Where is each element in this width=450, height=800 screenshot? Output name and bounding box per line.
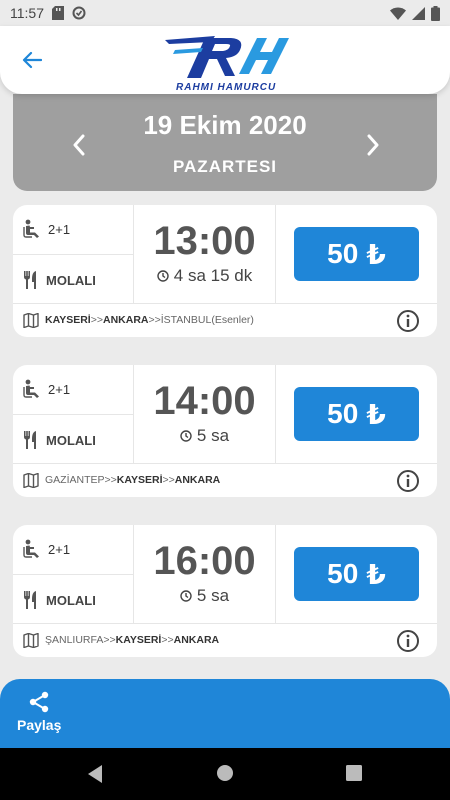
info-icon[interactable] [396,629,420,653]
seat-icon [23,539,39,558]
seat-icon [23,219,39,238]
trip-card[interactable]: 2+1 MOLALI 14:00 5 sa 50 ₺ GAZİANTEP>>KA… [13,365,437,497]
nav-back-icon[interactable] [86,764,104,784]
price-cell: 50 ₺ [276,365,437,463]
duration-text: 4 sa 15 dk [173,266,253,285]
share-button[interactable]: Paylaş [17,717,61,733]
route-cell: ŞANLIURFA>>KAYSERİ>>ANKARA [13,623,437,657]
next-day-button[interactable] [361,132,385,158]
route-text: ŞANLIURFA>>KAYSERİ>>ANKARA [45,634,219,646]
restaurant-icon [24,271,36,289]
seat-layout-label: 2+1 [48,382,71,397]
route-segment: >> [162,474,175,486]
departure-time: 14:00 [153,379,256,423]
restaurant-icon [24,591,36,609]
duration: 5 sa [134,586,275,606]
duration: 5 sa [134,426,275,446]
route-segment: ŞANLIURFA [45,634,104,646]
duration-text: 5 sa [196,426,230,445]
trip-card[interactable]: 2+1 MOLALI 13:00 4 sa 15 dk 50 ₺ KAYSERİ… [13,205,437,337]
route-text: GAZİANTEP>>KAYSERİ>>ANKARA [45,474,220,486]
time-cell: 13:00 4 sa 15 dk [134,205,276,303]
service-cell: MOLALI [13,255,134,303]
seat-layout-cell: 2+1 [13,205,134,255]
route-segment: KAYSERİ [45,314,91,326]
service-cell: MOLALI [13,415,134,463]
seat-layout-label: 2+1 [48,542,71,557]
system-nav-bar [0,748,450,800]
date-day: PAZARTESI [172,157,278,176]
nav-recent-icon[interactable] [346,765,362,781]
battery-icon [431,5,440,21]
date-panel: 19 Ekim 2020 PAZARTESI [13,94,437,191]
seat-icon [23,379,39,398]
service-label: MOLALI [46,273,96,288]
duration: 4 sa 15 dk [134,266,275,286]
map-icon [23,633,39,648]
price-cell: 50 ₺ [276,525,437,623]
route-segment: >> [90,314,103,326]
price-button[interactable]: 50 ₺ [294,227,419,281]
signal-icon [412,6,425,20]
price-button[interactable]: 50 ₺ [294,547,419,601]
departure-time: 13:00 [153,219,256,263]
price-button[interactable]: 50 ₺ [294,387,419,441]
price-cell: 50 ₺ [276,205,437,303]
service-label: MOLALI [46,433,96,448]
price-value: 50 [327,238,359,269]
restaurant-icon [24,431,36,449]
trip-card[interactable]: 2+1 MOLALI 16:00 5 sa 50 ₺ ŞANLIURFA>>KA… [13,525,437,657]
currency-symbol: ₺ [366,398,386,430]
route-text: KAYSERİ>>ANKARA>>İSTANBUL(Esenler) [45,314,254,326]
service-cell: MOLALI [13,575,134,623]
info-icon[interactable] [396,469,420,493]
duration-text: 5 sa [196,586,230,605]
currency-symbol: ₺ [366,558,386,590]
app-header: RAHMI HAMURCU [0,26,450,94]
seat-layout-cell: 2+1 [13,525,134,575]
route-segment: İSTANBUL(Esenler) [160,314,254,326]
price-value: 50 [327,398,359,429]
seat-layout-label: 2+1 [48,222,71,237]
share-bar: Paylaş [0,679,450,748]
route-cell: KAYSERİ>>ANKARA>>İSTANBUL(Esenler) [13,303,437,337]
clock-icon [180,430,192,442]
route-cell: GAZİANTEP>>KAYSERİ>>ANKARA [13,463,437,497]
logo-text: RAHMI HAMURCU [176,82,277,93]
route-segment: GAZİANTEP [45,474,105,486]
chevron-right-icon [367,134,379,156]
route-segment: >> [148,314,161,326]
data-saver-icon [72,6,86,20]
route-segment: ANKARA [102,314,149,326]
clock-icon [157,270,169,282]
route-segment: KAYSERİ [115,634,162,646]
route-segment: >> [161,634,174,646]
arrow-left-icon [22,51,42,69]
share-icon[interactable] [27,690,51,714]
map-icon [23,313,39,328]
departure-time: 16:00 [153,539,256,583]
route-segment: KAYSERİ [116,474,163,486]
service-label: MOLALI [46,593,96,608]
route-segment: ANKARA [174,474,221,486]
currency-symbol: ₺ [366,238,386,270]
wifi-icon [390,7,406,20]
time-cell: 14:00 5 sa [134,365,276,463]
info-icon[interactable] [396,309,420,333]
map-icon [23,473,39,488]
route-segment: ANKARA [173,634,220,646]
time-cell: 16:00 5 sa [134,525,276,623]
status-bar: 11:57 [0,0,450,26]
sd-card-icon [52,6,64,20]
nav-home-icon[interactable] [216,764,234,782]
price-value: 50 [327,558,359,589]
route-segment: >> [104,474,117,486]
status-time: 11:57 [10,5,44,21]
seat-layout-cell: 2+1 [13,365,134,415]
back-button[interactable] [18,46,46,74]
route-segment: >> [103,634,116,646]
clock-icon [180,590,192,602]
